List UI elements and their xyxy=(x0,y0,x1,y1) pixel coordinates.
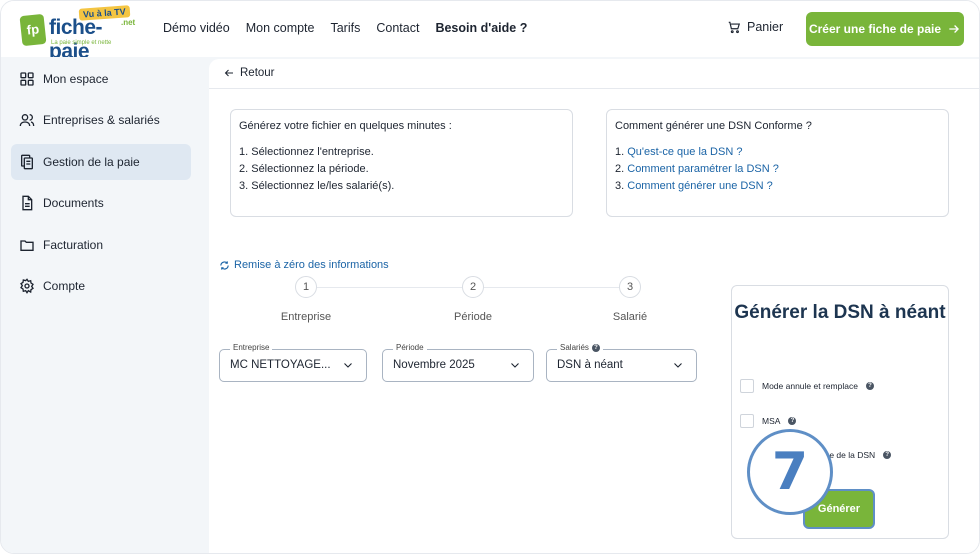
option-label: Mode annule et remplace xyxy=(762,381,858,391)
option-label: MSA xyxy=(762,416,781,426)
card-title: Générer la DSN à néant xyxy=(734,302,946,323)
main-area: Retour Générez votre fichier en quelques… xyxy=(201,57,979,553)
arrow-right-icon xyxy=(949,25,960,33)
reset-label: Remise à zéro des informations xyxy=(234,259,389,271)
reset-link[interactable]: Remise à zéro des informations xyxy=(219,259,389,271)
gear-icon xyxy=(20,278,34,294)
instruction-line: 1. Sélectionnez l'entreprise. xyxy=(239,146,374,158)
step-3-label: Salarié xyxy=(612,311,648,323)
arrow-left-icon xyxy=(224,69,233,77)
checkbox[interactable] xyxy=(740,414,754,428)
help-icon[interactable]: ? xyxy=(883,451,892,459)
employees-select-value: DSN à néant xyxy=(557,359,623,371)
sidebar-item-documents[interactable]: Documents xyxy=(11,185,191,221)
document-icon xyxy=(22,195,33,211)
step-2-circle: 2 xyxy=(462,276,484,298)
help-icon[interactable]: ? xyxy=(788,417,797,425)
refresh-icon xyxy=(220,260,229,270)
sidebar-item-label: Gestion de la paie xyxy=(43,155,140,169)
payslip-icon xyxy=(21,154,33,170)
logo[interactable]: fp Vu à la TV fiche-paie .net La paie si… xyxy=(19,5,141,63)
select-label-text: Période xyxy=(396,343,424,352)
stepper-line xyxy=(484,287,619,288)
content-panel: Retour Générez votre fichier en quelques… xyxy=(209,59,979,553)
nav-mon-compte[interactable]: Mon compte xyxy=(246,21,315,35)
option-msa[interactable]: MSA ? xyxy=(740,414,797,428)
users-icon xyxy=(19,114,35,127)
create-payslip-button[interactable]: Créer une fiche de paie xyxy=(806,12,964,46)
instructions-title: Générez votre fichier en quelques minute… xyxy=(239,120,452,132)
chevron-down-icon xyxy=(674,363,682,368)
help-link-generate-dsn[interactable]: Comment générer une DSN ? xyxy=(627,180,773,192)
sidebar-item-gestion-paie[interactable]: Gestion de la paie xyxy=(11,144,191,180)
link-number: 1. xyxy=(615,146,625,158)
cart-icon xyxy=(728,21,741,34)
instruction-line: 2. Sélectionnez la période. xyxy=(239,163,369,175)
sidebar-item-mon-espace[interactable]: Mon espace xyxy=(11,61,191,97)
sidebar: Mon espace Entreprises & salariés Gestio… xyxy=(1,57,201,553)
sidebar-item-label: Facturation xyxy=(43,238,104,252)
company-select[interactable]: Entreprise MC NETTOYAGE... xyxy=(219,343,367,382)
nav-tarifs[interactable]: Tarifs xyxy=(330,21,360,35)
logo-tagline: La paie simple et nette xyxy=(51,40,112,46)
chevron-down-icon xyxy=(511,363,519,368)
help-line: 3. Comment générer une DSN ? xyxy=(615,180,940,192)
grid-icon xyxy=(20,72,34,86)
nav-contact[interactable]: Contact xyxy=(376,21,419,35)
help-title: Comment générer une DSN Conforme ? xyxy=(615,120,812,132)
select-label-text: Entreprise xyxy=(233,343,270,352)
help-icon[interactable]: ? xyxy=(865,382,874,390)
app-window: fp Vu à la TV fiche-paie .net La paie si… xyxy=(0,0,980,554)
back-link[interactable]: Retour xyxy=(223,67,275,79)
step-1-circle: 1 xyxy=(295,276,317,298)
sidebar-item-entreprises[interactable]: Entreprises & salariés xyxy=(11,102,191,138)
employees-select[interactable]: Salariés? DSN à néant xyxy=(546,343,697,382)
period-select-value: Novembre 2025 xyxy=(393,359,475,371)
company-select-value: MC NETTOYAGE... xyxy=(230,359,331,371)
sidebar-item-label: Compte xyxy=(43,279,86,293)
period-select[interactable]: Période Novembre 2025 xyxy=(382,343,534,382)
link-number: 2. xyxy=(615,163,625,175)
main-nav: Démo vidéo Mon compte Tarifs Contact Bes… xyxy=(163,21,527,35)
help-icon[interactable]: ? xyxy=(591,343,600,352)
logo-net: .net xyxy=(121,18,136,27)
help-line: 2. Comment paramétrer la DSN ? xyxy=(615,163,940,175)
sidebar-item-label: Documents xyxy=(43,196,104,210)
help-line: 1. Qu'est-ce que la DSN ? xyxy=(615,146,940,158)
step-3-circle: 3 xyxy=(619,276,641,298)
sidebar-item-compte[interactable]: Compte xyxy=(11,268,191,304)
cart-link[interactable]: Panier xyxy=(727,20,783,34)
step-2-label: Période xyxy=(454,311,492,323)
cart-label: Panier xyxy=(747,20,784,34)
back-label: Retour xyxy=(240,67,275,79)
sidebar-item-label: Mon espace xyxy=(43,72,109,86)
link-number: 3. xyxy=(615,180,625,192)
folder-icon xyxy=(20,240,34,251)
nav-demo-video[interactable]: Démo vidéo xyxy=(163,21,230,35)
option-annule-remplace[interactable]: Mode annule et remplace ? xyxy=(740,379,874,393)
sidebar-item-facturation[interactable]: Facturation xyxy=(11,227,191,263)
dsn-help-box: Comment générer une DSN Conforme ? 1. Qu… xyxy=(606,109,949,217)
instruction-line: 3. Sélectionnez le/les salarié(s). xyxy=(239,180,395,192)
stepper-line xyxy=(317,287,462,288)
checkbox[interactable] xyxy=(740,379,754,393)
company-select-label: Entreprise xyxy=(230,343,273,352)
divider xyxy=(209,88,979,89)
nav-help[interactable]: Besoin d'aide ? xyxy=(435,21,527,35)
chevron-down-icon xyxy=(344,363,352,368)
cta-label: Créer une fiche de paie xyxy=(808,22,942,36)
select-label-text: Salariés xyxy=(560,343,589,352)
instructions-box: Générez votre fichier en quelques minute… xyxy=(230,109,573,217)
help-link-configure-dsn[interactable]: Comment paramétrer la DSN ? xyxy=(627,163,779,175)
logo-badge: fp xyxy=(19,13,47,47)
step-1-label: Entreprise xyxy=(280,311,332,323)
employees-select-label: Salariés? xyxy=(557,343,603,352)
top-header: fp Vu à la TV fiche-paie .net La paie si… xyxy=(1,1,979,63)
sidebar-item-label: Entreprises & salariés xyxy=(43,113,160,127)
period-select-label: Période xyxy=(393,343,427,352)
step-number-badge: 7 xyxy=(747,429,833,515)
help-link-what-is-dsn[interactable]: Qu'est-ce que la DSN ? xyxy=(627,146,742,158)
